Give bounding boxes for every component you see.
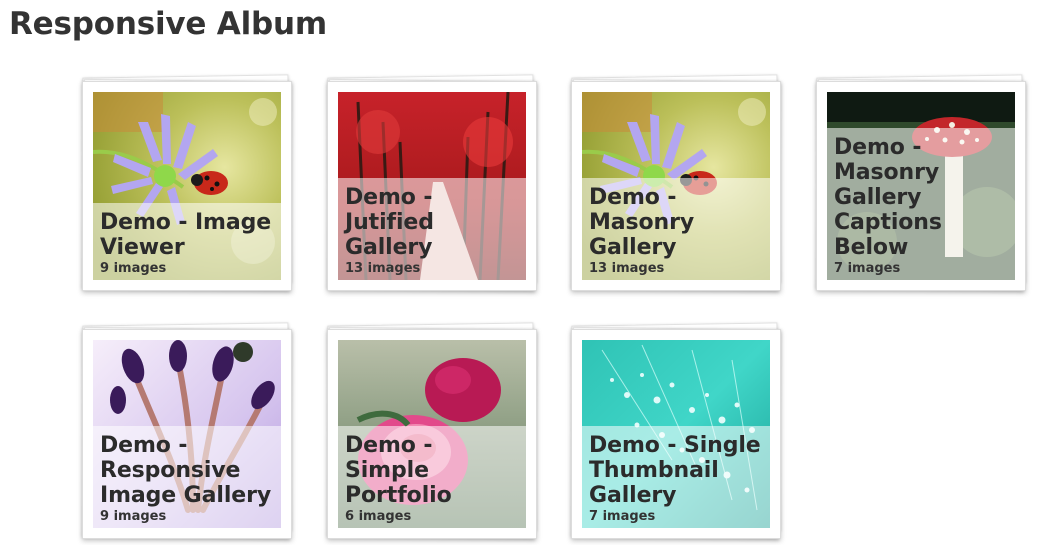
album-card-masonry-gallery[interactable]: Demo - Masonry Gallery 13 images [570, 74, 782, 292]
album-image-count: 9 images [100, 509, 167, 524]
album-card-masonry-captions-below[interactable]: Demo - Masonry Gallery Captions Below 7 … [815, 74, 1027, 292]
album-thumbnail[interactable]: Demo - Single Thumbnail Gallery 7 images [582, 340, 770, 528]
album-thumbnail[interactable]: Demo - Image Viewer 9 images [93, 92, 281, 280]
album-caption: Demo - Single Thumbnail Gallery 7 images [582, 426, 770, 528]
album-image-count: 13 images [589, 261, 665, 276]
album-thumbnail[interactable]: Demo - Masonry Gallery Captions Below 7 … [827, 92, 1015, 280]
album-card-responsive-image-gallery[interactable]: Demo - Responsive Image Gallery 9 images [81, 322, 293, 540]
album-title: Demo - Jutified Gallery [345, 185, 434, 260]
album-card-jutified-gallery[interactable]: Demo - Jutified Gallery 13 images [326, 74, 538, 292]
album-card-single-thumbnail-gallery[interactable]: Demo - Single Thumbnail Gallery 7 images [570, 322, 782, 540]
album-image-count: 13 images [345, 261, 421, 276]
album-caption: Demo - Jutified Gallery 13 images [338, 178, 526, 280]
album-caption: Demo - Masonry Gallery Captions Below 7 … [827, 128, 1015, 280]
album-title: Demo - Masonry Gallery [589, 185, 695, 260]
album-title: Demo - Simple Portfolio [345, 433, 452, 508]
album-caption: Demo - Masonry Gallery 13 images [582, 178, 770, 280]
album-image-count: 6 images [345, 509, 412, 524]
album-thumbnail[interactable]: Demo - Responsive Image Gallery 9 images [93, 340, 281, 528]
album-thumbnail[interactable]: Demo - Jutified Gallery 13 images [338, 92, 526, 280]
album-image-count: 9 images [100, 261, 167, 276]
album-title: Demo - Responsive Image Gallery [100, 433, 272, 508]
album-caption: Demo - Simple Portfolio 6 images [338, 426, 526, 528]
album-title: Demo - Image Viewer [100, 210, 272, 260]
album-thumbnail[interactable]: Demo - Simple Portfolio 6 images [338, 340, 526, 528]
album-card-image-viewer[interactable]: Demo - Image Viewer 9 images [81, 74, 293, 292]
album-caption: Demo - Responsive Image Gallery 9 images [93, 426, 281, 528]
album-grid: Demo - Image Viewer 9 images Demo - Juti… [0, 0, 1040, 545]
album-thumbnail[interactable]: Demo - Masonry Gallery 13 images [582, 92, 770, 280]
album-card-simple-portfolio[interactable]: Demo - Simple Portfolio 6 images [326, 322, 538, 540]
album-image-count: 7 images [834, 261, 901, 276]
album-caption: Demo - Image Viewer 9 images [93, 203, 281, 280]
album-title: Demo - Masonry Gallery Captions Below [834, 135, 942, 260]
album-image-count: 7 images [589, 509, 656, 524]
album-title: Demo - Single Thumbnail Gallery [589, 433, 761, 508]
